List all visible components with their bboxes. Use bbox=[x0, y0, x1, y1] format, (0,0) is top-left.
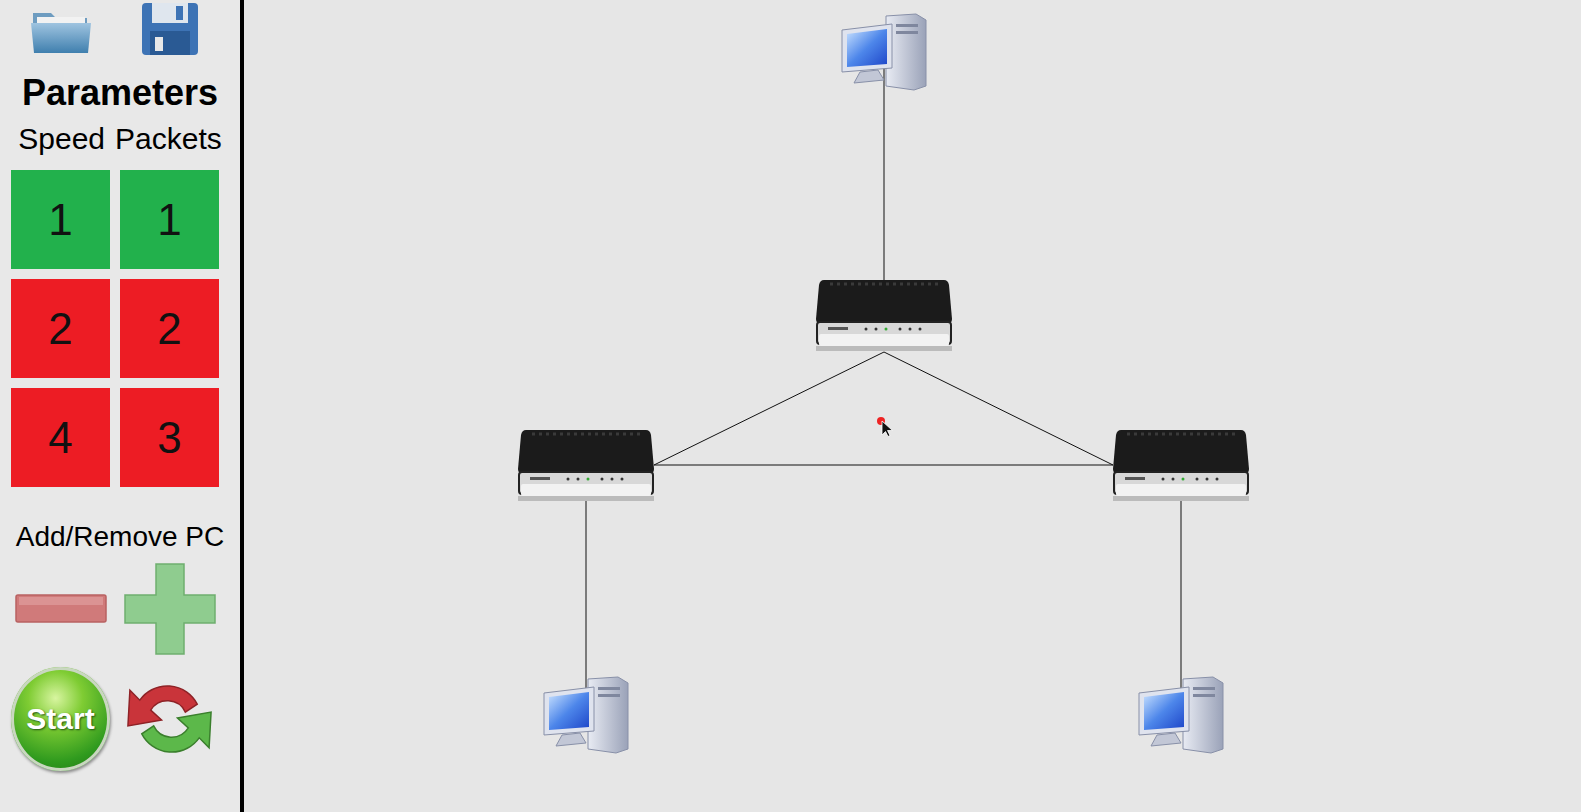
option-button[interactable]: 1 bbox=[11, 170, 110, 269]
reset-arrows-icon[interactable] bbox=[120, 674, 219, 764]
toolbar bbox=[0, 0, 240, 58]
option-button[interactable]: 2 bbox=[11, 279, 110, 378]
start-button[interactable]: Start bbox=[11, 667, 110, 771]
option-button[interactable]: 3 bbox=[120, 388, 219, 487]
pc-icon[interactable] bbox=[1137, 675, 1225, 759]
network-link bbox=[654, 352, 884, 465]
option-value: 1 bbox=[48, 195, 72, 245]
start-label: Start bbox=[26, 702, 94, 736]
start-button-wrap: Start bbox=[11, 667, 110, 771]
network-link bbox=[1181, 465, 1182, 715]
column-label: Speed bbox=[18, 122, 105, 156]
network-link bbox=[654, 465, 1113, 466]
add-remove-buttons bbox=[0, 563, 240, 655]
column-label: Packets bbox=[115, 122, 222, 156]
parameters-title: Parameters bbox=[0, 72, 240, 114]
option-grid: 1 1 2 2 4 3 bbox=[0, 170, 240, 487]
router-icon[interactable] bbox=[1113, 428, 1249, 506]
option-button[interactable]: 1 bbox=[120, 170, 219, 269]
action-buttons: Start bbox=[0, 667, 240, 771]
router-icon[interactable] bbox=[816, 278, 952, 356]
router-icon[interactable] bbox=[518, 428, 654, 506]
save-floppy-icon[interactable] bbox=[120, 1, 219, 57]
pc-icon[interactable] bbox=[840, 12, 928, 96]
network-link bbox=[586, 465, 587, 715]
option-value: 4 bbox=[48, 413, 72, 463]
option-value: 2 bbox=[157, 304, 181, 354]
network-link bbox=[884, 52, 885, 315]
sidebar: Parameters Speed Packets 1 1 2 2 4 3 Add/Remove P… bbox=[0, 0, 244, 812]
network-canvas bbox=[244, 0, 1581, 812]
column-headers: Speed Packets bbox=[0, 122, 240, 156]
remove-pc-minus-icon[interactable] bbox=[11, 594, 110, 624]
add-remove-label: Add/Remove PC bbox=[0, 521, 240, 553]
option-button[interactable]: 4 bbox=[11, 388, 110, 487]
option-button[interactable]: 2 bbox=[120, 279, 219, 378]
network-link bbox=[884, 352, 1113, 465]
option-value: 2 bbox=[48, 304, 72, 354]
add-pc-plus-icon[interactable] bbox=[120, 563, 219, 655]
option-value: 1 bbox=[157, 195, 181, 245]
option-value: 3 bbox=[157, 413, 181, 463]
mouse-cursor-icon bbox=[876, 416, 894, 442]
open-folder-icon[interactable] bbox=[11, 3, 110, 55]
pc-icon[interactable] bbox=[542, 675, 630, 759]
links-layer bbox=[244, 0, 1581, 812]
